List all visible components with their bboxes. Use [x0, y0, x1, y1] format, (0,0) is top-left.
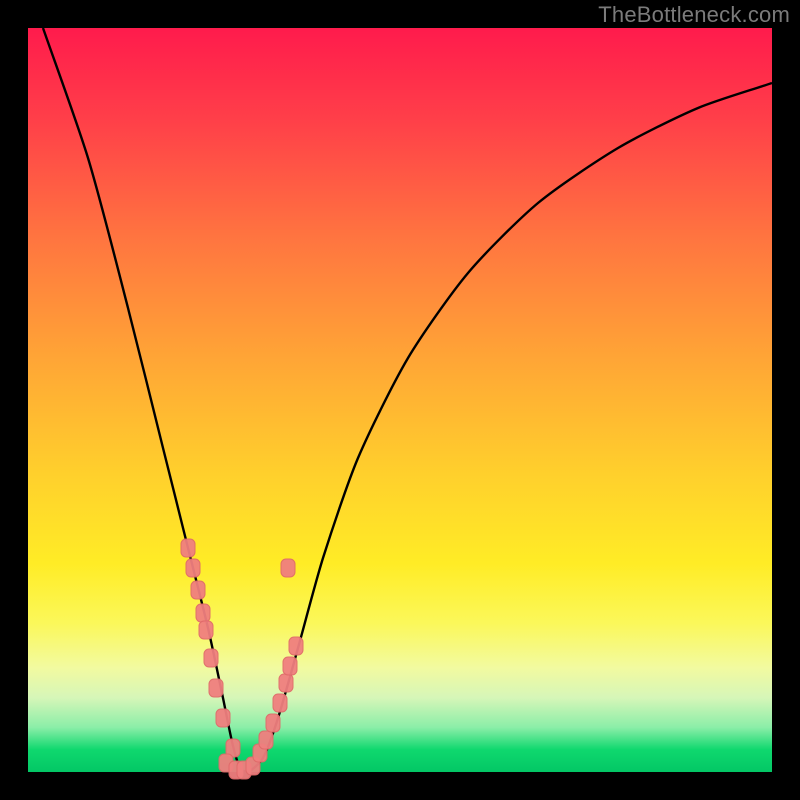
- marker: [216, 709, 230, 727]
- marker: [266, 714, 280, 732]
- marker: [289, 637, 303, 655]
- marker: [181, 539, 195, 557]
- marker: [259, 731, 273, 749]
- marker: [273, 694, 287, 712]
- marker: [186, 559, 200, 577]
- plot-area: [28, 28, 772, 772]
- watermark-text: TheBottleneck.com: [598, 2, 790, 28]
- marker: [283, 657, 297, 675]
- marker: [204, 649, 218, 667]
- marker: [199, 621, 213, 639]
- marker: [191, 581, 205, 599]
- curve-markers: [181, 539, 303, 779]
- bottleneck-curve: [28, 28, 772, 772]
- curve-path: [43, 28, 772, 772]
- marker: [281, 559, 295, 577]
- marker: [196, 604, 210, 622]
- marker: [279, 674, 293, 692]
- chart-frame: TheBottleneck.com: [0, 0, 800, 800]
- marker: [209, 679, 223, 697]
